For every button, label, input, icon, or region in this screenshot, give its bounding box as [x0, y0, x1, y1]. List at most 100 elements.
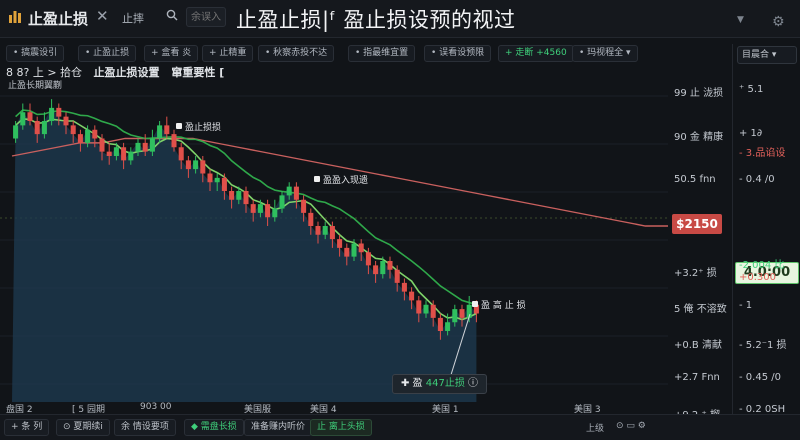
bottom-right-label[interactable]: 上级 — [586, 421, 604, 434]
price-axis-label: 90 金 精康 — [674, 132, 724, 143]
candle-body — [113, 147, 119, 156]
panel-row: - 0.4 /0 — [739, 174, 775, 185]
candle-body — [430, 304, 436, 318]
candle-body — [214, 177, 220, 183]
chart-annotation-1[interactable]: 盈止损损 — [176, 120, 221, 133]
candle-body — [221, 177, 227, 191]
toolbar-chip-0[interactable]: • 搞震设引 — [6, 45, 65, 62]
price-axis-label: +0.B 清献 — [674, 340, 722, 351]
current-price-tag: $2150 — [672, 214, 722, 234]
candle-body — [77, 134, 83, 143]
candle-body — [164, 125, 170, 135]
candle-body — [34, 121, 40, 135]
bottom-tab-1[interactable]: ⊙ 夏期续i — [56, 419, 110, 436]
toolbar-chip-1[interactable]: • 止盈止损 — [78, 45, 137, 62]
panel-row: +0.300 — [739, 272, 777, 283]
candle-body — [149, 138, 155, 152]
panel-row: - 3.品谄设 — [739, 148, 786, 159]
close-icon[interactable]: ✕ — [96, 7, 109, 25]
search-input[interactable] — [186, 7, 226, 27]
panel-row: - 1 — [739, 300, 753, 311]
candle-body — [41, 121, 47, 135]
right-panel: 目晨合 ▾ ⁺ 5.1 + 1∂ - 3.品谄设 - 0.4 /0 4.0:00… — [732, 44, 800, 415]
bottom-right-icons[interactable]: ⊙ ▭ ⚙ — [616, 421, 646, 431]
candle-body — [229, 191, 235, 200]
candle-body — [185, 160, 191, 170]
candle-body — [437, 317, 443, 331]
bottom-bar: + 条 列 ⊙ 夏期续i 余 情设要项 ◆ 需盘长损 准备赚内听价 止 离上头损… — [0, 414, 800, 440]
search-icon[interactable] — [166, 9, 178, 21]
candle-body — [121, 147, 127, 161]
marker-icon — [176, 123, 182, 129]
toolbar-chip-4[interactable]: • 秋察赤投不达 — [258, 45, 335, 62]
candle-body — [157, 125, 163, 139]
candle-body — [409, 291, 415, 301]
candle-body — [387, 261, 393, 270]
candle-body — [322, 226, 328, 235]
toolbar-chip-7[interactable]: + 走断 +4560 — [498, 45, 574, 62]
candle-body — [13, 125, 19, 139]
candle-body — [337, 239, 343, 248]
candle-body — [380, 261, 386, 275]
price-axis-label: 5 俺 不溶致 — [674, 304, 727, 315]
date-label: 903 00 — [140, 402, 172, 412]
panel-row: - 5.2⁻1 损 — [739, 340, 787, 351]
toolbar-chip-8[interactable]: • 玛视程全 ▾ — [572, 45, 638, 62]
candle-body — [308, 212, 314, 226]
bottom-tab-3[interactable]: ◆ 需盘长损 — [184, 419, 244, 436]
price-chart[interactable] — [0, 66, 668, 402]
stop-loss-badge[interactable]: ✚ 盈 447止损 ⓘ — [392, 374, 488, 394]
chevron-down-icon[interactable]: ▼ — [737, 15, 744, 25]
info-icon[interactable]: ⓘ — [468, 378, 478, 389]
app-title: 止盈止损 — [28, 10, 89, 28]
candle-body — [293, 186, 299, 200]
candle-body — [365, 252, 371, 266]
bottom-tab-0[interactable]: + 条 列 — [4, 419, 50, 436]
chart-annotation-3-text: 盈 高 止 损 — [481, 301, 526, 311]
candle-body — [344, 247, 350, 257]
candle-body — [265, 204, 271, 218]
marker-icon — [314, 176, 320, 182]
candle-body — [236, 191, 242, 200]
marker-icon — [472, 301, 478, 307]
period-select[interactable]: 目晨合 ▾ — [737, 46, 797, 64]
toolbar-chip-3[interactable]: + 止精重 — [202, 45, 254, 62]
candle-body — [128, 151, 134, 161]
chart-annotation-3[interactable]: 盈 高 止 损 — [472, 298, 526, 311]
price-axis-label: 99 止 泷损 — [674, 88, 724, 99]
toolbar-chip-6[interactable]: • 误看设预限 — [424, 45, 492, 62]
toolbar-chip-2[interactable]: + 盒看 炎 — [144, 45, 199, 62]
chart-annotation-1-text: 盈止损损 — [185, 123, 222, 133]
bottom-tab-5[interactable]: 止 离上头损 — [310, 419, 372, 436]
panel-row: -2.004 比 — [739, 260, 785, 271]
toolbar-chip-5[interactable]: • 指最维宜置 — [348, 45, 416, 62]
chart-annotation-2[interactable]: 盈盈入现遗 — [314, 173, 368, 186]
chart-header-sub: 窜重要性 [ — [171, 66, 225, 79]
chart-area[interactable] — [0, 66, 668, 402]
area-fill — [12, 107, 477, 402]
bottom-tab-2[interactable]: 余 情设要项 — [114, 419, 176, 436]
panel-row: + 1∂ — [739, 128, 763, 139]
candle-body — [142, 142, 148, 152]
candle-body — [63, 116, 69, 126]
gear-icon[interactable]: ⚙ — [772, 14, 785, 30]
chart-legend-label: 止盈长期翼蒯 — [8, 81, 63, 91]
candle-body — [20, 112, 26, 126]
candle-body — [200, 160, 206, 174]
candle-body — [452, 309, 458, 323]
bottom-tab-4[interactable]: 准备赚内听价 — [244, 419, 313, 436]
candle-body — [301, 199, 307, 213]
price-axis-label: 50.5 fnn — [674, 174, 716, 185]
candle-body — [373, 265, 379, 275]
candle-body — [171, 134, 177, 148]
candle-body — [85, 129, 91, 143]
candle-body — [27, 112, 33, 121]
candle-body — [178, 147, 184, 161]
tab-stop[interactable]: 止摔 — [122, 10, 144, 26]
price-axis-label: +2.7 Fnn — [674, 372, 720, 383]
candle-body — [286, 186, 292, 196]
candle-body — [329, 226, 335, 240]
candle-body — [272, 208, 278, 218]
app-logo-icon — [9, 11, 21, 23]
candle-body — [279, 195, 285, 209]
